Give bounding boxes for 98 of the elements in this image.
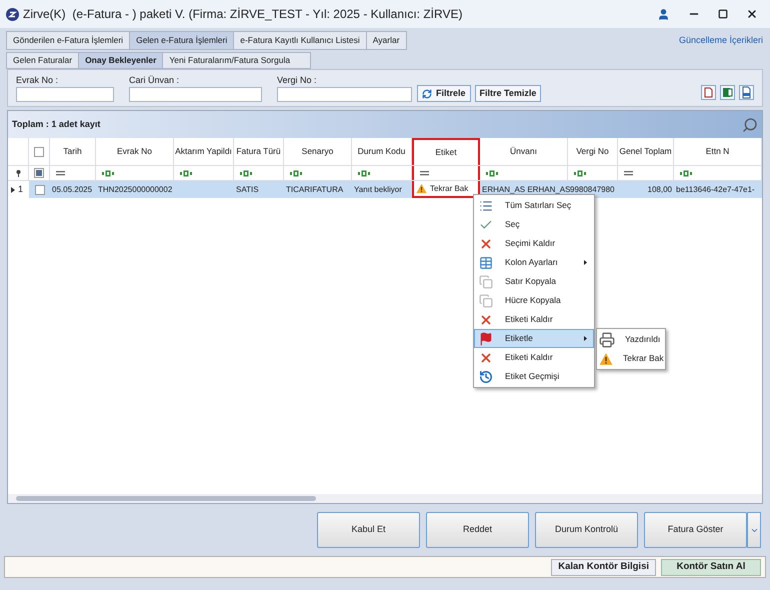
main-tab[interactable]: Gönderilen e-Fatura İşlemleri: [6, 31, 130, 50]
main-tab[interactable]: Ayarlar: [366, 31, 407, 50]
column-header[interactable]: Etiket: [412, 138, 480, 165]
column-header[interactable]: Durum Kodu: [352, 138, 412, 165]
equals-filter-icon[interactable]: [56, 170, 65, 176]
warning-icon: [416, 183, 427, 194]
filter-input[interactable]: [129, 87, 262, 102]
column-header[interactable]: Ettn N: [674, 138, 762, 165]
menu-item[interactable]: Etiketle: [474, 329, 594, 348]
action-button[interactable]: Durum Kontrolü: [535, 512, 638, 548]
table-cell-text: ERHAN_AS ERHAN_AS: [481, 184, 568, 196]
window-title: Zirve(K) (e-Fatura - ) paketi V. (Firma: ZİRVE_TEST - Yıl: 2025 - Kullanıcı: ZİRVE): [23, 6, 462, 23]
table-cell-text: 108,00: [646, 184, 673, 196]
status-button[interactable]: Kontör Satın Al: [661, 558, 761, 576]
filter-button[interactable]: Filtrele: [417, 85, 471, 102]
user-icon[interactable]: [657, 8, 670, 20]
action-button[interactable]: Fatura Göster: [644, 512, 747, 548]
pdf-export-icon[interactable]: [701, 85, 716, 100]
sub-tab[interactable]: Yeni Faturalarım/Fatura Sorgula: [162, 52, 312, 69]
column-header[interactable]: Tarih: [50, 138, 96, 165]
filter-label: Cari Ünvan :: [129, 74, 180, 87]
maximize-icon[interactable]: [718, 9, 728, 19]
menu-item[interactable]: Seç: [474, 215, 594, 234]
select-all-checkbox[interactable]: [34, 146, 44, 156]
action-button[interactable]: Kabul Et: [317, 512, 420, 548]
update-link[interactable]: Güncelleme İçerikleri: [678, 34, 763, 50]
column-header[interactable]: Evrak No: [96, 138, 174, 165]
filter-checkbox[interactable]: [34, 168, 44, 178]
cross-icon: [479, 312, 493, 326]
table-cell-text: 05.05.2025: [51, 184, 94, 196]
printer-icon: [599, 332, 615, 348]
text-filter-icon[interactable]: [240, 170, 252, 176]
equals-filter-icon[interactable]: [624, 170, 633, 176]
text-filter-icon[interactable]: [358, 170, 370, 176]
xml-export-icon[interactable]: [739, 85, 754, 100]
column-header[interactable]: Fatura Türü: [234, 138, 284, 165]
menu-item[interactable]: Kolon Ayarları: [474, 253, 594, 272]
menu-item[interactable]: Tüm Satırları Seç: [474, 196, 594, 215]
table-cell-text: Yanıt bekliyor: [353, 184, 403, 196]
filter-input[interactable]: [277, 87, 412, 102]
horizontal-scrollbar[interactable]: [8, 494, 762, 503]
text-filter-icon[interactable]: [574, 170, 586, 176]
history-icon: [479, 370, 493, 384]
close-icon[interactable]: [746, 8, 758, 20]
total-count: Toplam : 1 adet kayıt: [12, 118, 100, 131]
cross-icon: [479, 350, 493, 364]
table-cell-text: THN2025000000002: [97, 184, 174, 196]
warning-icon: [599, 352, 613, 366]
copy-icon: [479, 294, 493, 308]
list-icon: [479, 198, 493, 212]
column-header[interactable]: Genel Toplam: [618, 138, 674, 165]
column-header[interactable]: Ünvanı: [480, 138, 568, 165]
search-icon[interactable]: [742, 116, 758, 132]
table-cell-text: 9980847980: [570, 184, 616, 196]
text-filter-icon[interactable]: [486, 170, 498, 176]
main-tab[interactable]: Gelen e-Fatura İşlemleri: [129, 31, 234, 50]
menu-item[interactable]: Hücre Kopyala: [474, 291, 594, 310]
text-filter-icon[interactable]: [102, 170, 114, 176]
column-header[interactable]: Aktarım Yapildı: [174, 138, 234, 165]
column-header[interactable]: Senaryo: [284, 138, 352, 165]
table-icon: [479, 256, 493, 270]
action-button[interactable]: Reddet: [426, 512, 529, 548]
table-cell: Tekrar Bak: [412, 181, 480, 198]
status-button[interactable]: Kalan Kontör Bilgisi: [551, 558, 656, 576]
menu-item[interactable]: Seçimi Kaldır: [474, 234, 594, 253]
menu-item[interactable]: Tekrar Bak: [597, 349, 665, 368]
row-number: 1: [18, 182, 24, 196]
text-filter-icon[interactable]: [680, 170, 692, 176]
text-filter-icon[interactable]: [290, 170, 302, 176]
copy-icon: [479, 274, 493, 288]
dropdown-button[interactable]: [747, 512, 761, 548]
sub-tab[interactable]: Onay Bekleyenler: [78, 52, 164, 69]
menu-item[interactable]: Etiket Geçmişi: [474, 367, 594, 386]
main-tab[interactable]: e-Fatura Kayıtlı Kullanıcı Listesi: [233, 31, 367, 50]
sub-tab[interactable]: Gelen Faturalar: [6, 52, 80, 69]
excel-export-icon[interactable]: [720, 85, 735, 100]
filter-input[interactable]: [16, 87, 114, 102]
app-logo-icon: [6, 8, 19, 20]
table-cell-text: TICARIFATURA: [285, 184, 344, 196]
text-filter-icon[interactable]: [180, 170, 192, 176]
table-cell-text: be113646-42e7-47e1-: [675, 184, 756, 196]
menu-item[interactable]: Satır Kopyala: [474, 272, 594, 291]
menu-item[interactable]: Etiketi Kaldır: [474, 310, 594, 329]
equals-filter-icon[interactable]: [420, 170, 429, 176]
cross-icon: [479, 236, 493, 250]
table-cell-text: SATIS: [235, 184, 260, 196]
filter-label: Evrak No :: [16, 74, 60, 87]
pin-icon: [16, 170, 20, 176]
column-header[interactable]: Vergi No: [568, 138, 618, 165]
menu-item[interactable]: Yazdırıldı: [597, 330, 665, 349]
table-row[interactable]: 1 05.05.2025 THN2025000000002 SATIS TICARIFATURA Yanıt bekliyor Tekrar Bak ERHAN_AS ERHAN_AS9980847980 108,00 be113646-42e7-47e1-: [8, 181, 762, 198]
flag-icon: [479, 332, 493, 346]
clear-filter-button[interactable]: Filtre Temizle: [474, 85, 542, 102]
refresh-icon: [422, 88, 432, 98]
filter-label: Vergi No :: [277, 74, 318, 87]
row-checkbox[interactable]: [34, 184, 45, 194]
menu-item[interactable]: Etiketi Kaldır: [474, 348, 594, 367]
row-pointer-icon: [11, 186, 15, 192]
